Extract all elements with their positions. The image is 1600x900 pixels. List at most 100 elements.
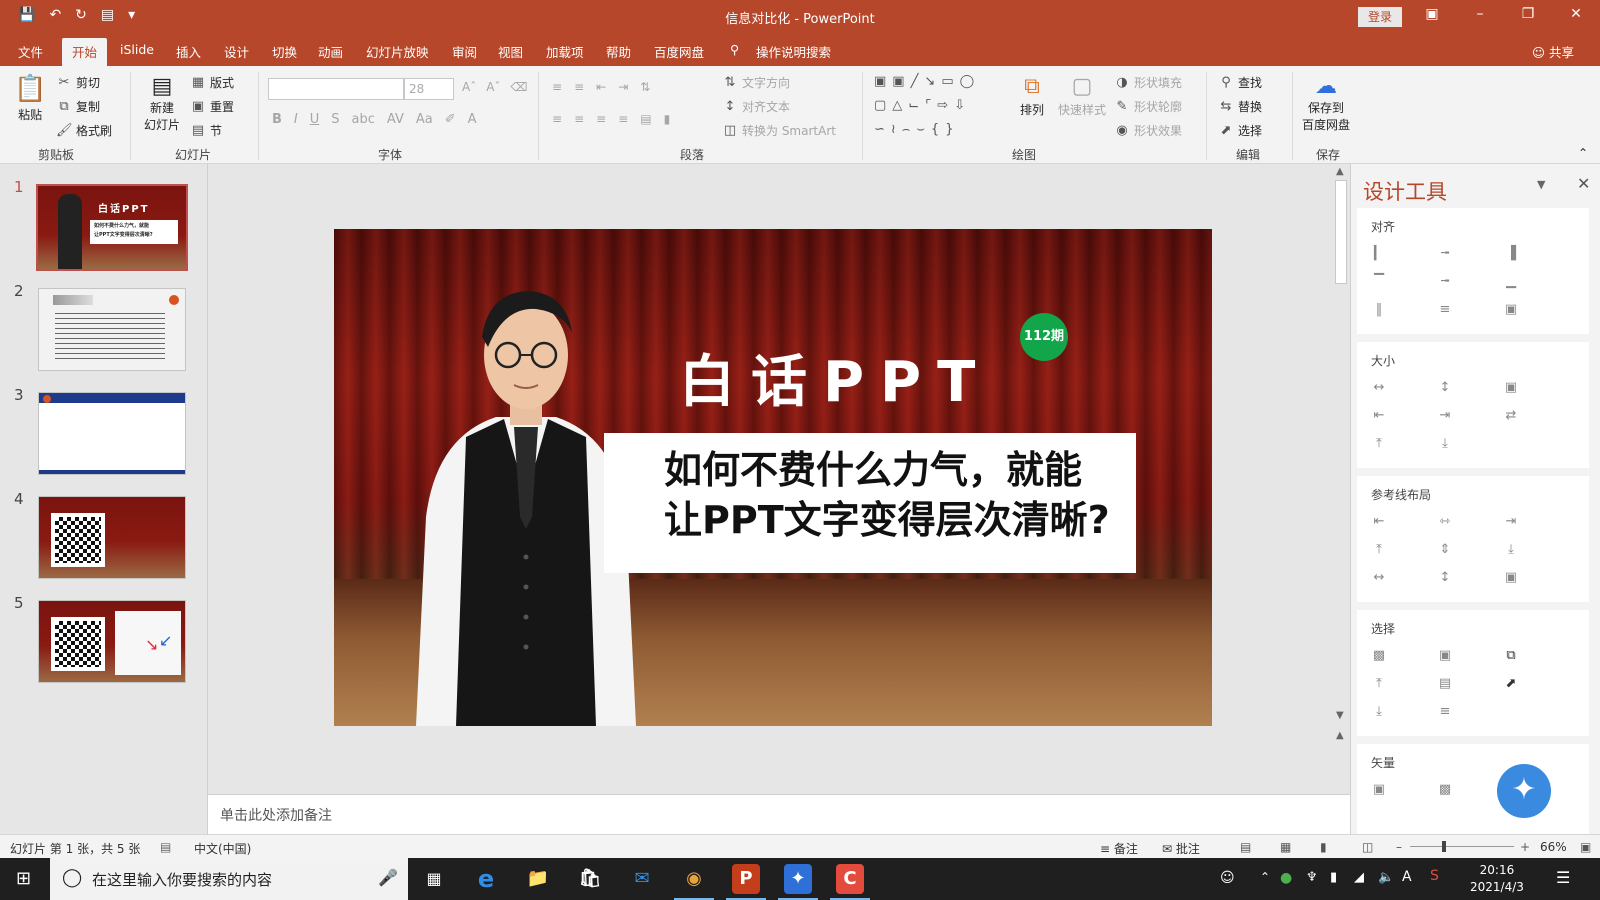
store-icon[interactable]: 🛍 [570, 864, 610, 894]
notes-toggle[interactable]: ≡ 备注 [1100, 840, 1138, 857]
fit-slide-icon[interactable]: ▣ [1580, 840, 1591, 854]
windows-start-icon[interactable]: ⊞ [16, 868, 31, 889]
align-right-icon[interactable]: ≡ [596, 112, 606, 126]
find-button[interactable]: ⚲ 查找 [1218, 74, 1262, 91]
reset-button[interactable]: ▣ 重置 [190, 98, 234, 115]
login-button[interactable]: 登录 [1358, 7, 1402, 27]
tab-file[interactable]: 文件 [18, 42, 43, 61]
subtitle-text[interactable]: 如何不费什么力气，就能 让PPT文字变得层次清晰? [664, 445, 1134, 545]
replace-button[interactable]: ⇆ 替换 [1218, 98, 1262, 115]
slide-thumbnail-3[interactable] [38, 392, 186, 475]
guide-fit-icon[interactable]: ▣ [1503, 570, 1519, 586]
restore-icon[interactable]: ❐ [1516, 6, 1540, 22]
zoom-slider-thumb[interactable] [1442, 841, 1446, 852]
align-center-h-icon[interactable]: ╼ [1437, 246, 1453, 262]
editor-scrollbar[interactable]: ▲ ▼ ▲ [1332, 164, 1350, 742]
change-case-icon[interactable]: Aa [416, 112, 433, 127]
align-left-icon[interactable]: ≡ [552, 112, 562, 126]
align-text-button[interactable]: ↕ 对齐文本 [722, 98, 790, 115]
ime-indicator[interactable]: A [1402, 869, 1412, 885]
bullets-icon[interactable]: ≡ [552, 80, 562, 94]
char-spacing-icon[interactable]: AV [387, 112, 404, 127]
assistant-bird-icon[interactable]: ✦ [1497, 764, 1551, 818]
guide-center-icon[interactable]: ⇿ [1437, 514, 1453, 530]
feishu-icon[interactable]: ✦ [784, 864, 812, 894]
save-baidu-button[interactable]: ☁ 保存到 百度网盘 [1302, 74, 1350, 133]
decrease-indent-icon[interactable]: ⇤ [596, 80, 606, 94]
chrome-icon[interactable]: ◉ [674, 864, 714, 894]
stretch-left-icon[interactable]: ⇤ [1371, 408, 1387, 424]
strikethrough-icon[interactable]: abc [352, 112, 375, 127]
people-icon[interactable]: ☺ [1220, 870, 1235, 886]
align-top-icon[interactable]: ▔ [1371, 274, 1387, 290]
mail-icon[interactable]: ✉ [622, 864, 662, 894]
select-button[interactable]: ⬈ 选择 [1218, 122, 1262, 139]
highlight-icon[interactable]: ✐ [445, 112, 456, 127]
stretch-bottom-icon[interactable]: ⤓ [1437, 436, 1453, 452]
combine-icon[interactable]: ▩ [1437, 782, 1453, 798]
select-pane-icon[interactable]: ⧉ [1503, 648, 1519, 664]
grow-font-icon[interactable]: Aˆ [462, 80, 476, 94]
new-slide-button[interactable]: ▤ 新建 幻灯片 [144, 74, 180, 133]
tab-islide[interactable]: iSlide [120, 42, 154, 57]
layout-button[interactable]: ▦ 版式 [190, 74, 234, 91]
zoom-in-icon[interactable]: + [1520, 840, 1530, 854]
zoom-level[interactable]: 66% [1540, 840, 1567, 854]
same-width-icon[interactable]: ↔ [1371, 380, 1387, 396]
guide-width-icon[interactable]: ↔ [1371, 570, 1387, 586]
stretch-right-icon[interactable]: ⇥ [1437, 408, 1453, 424]
font-color-icon[interactable]: A [468, 112, 477, 127]
copy-button[interactable]: ⧉ 复制 [56, 98, 100, 115]
zoom-out-icon[interactable]: – [1396, 840, 1402, 854]
bold-icon[interactable]: B [272, 112, 282, 127]
guide-top-icon[interactable]: ⤒ [1371, 542, 1387, 558]
swap-size-icon[interactable]: ⇄ [1503, 408, 1519, 424]
slide-sorter-icon[interactable]: ▦ [1280, 840, 1291, 854]
powerpoint-icon[interactable]: P [732, 864, 760, 894]
guide-bottom-icon[interactable]: ⤓ [1503, 542, 1519, 558]
numbering-icon[interactable]: ≡ [574, 80, 584, 94]
shapes-gallery-row2[interactable]: ▢ △ ⌙ ⌜ ⇨ ⇩ [874, 98, 965, 113]
system-clock[interactable]: 20:16 2021/4/3 [1470, 862, 1524, 896]
file-explorer-icon[interactable]: 📁 [518, 864, 558, 894]
capture-app-icon[interactable]: C [836, 864, 864, 894]
same-height-icon[interactable]: ↕ [1437, 380, 1453, 396]
format-painter-button[interactable]: 🖌 格式刷 [56, 122, 112, 139]
prev-slide-icon[interactable]: ▲ [1336, 730, 1344, 741]
language-indicator[interactable]: 中文(中国) [194, 840, 251, 857]
distribute-icon[interactable]: ▤ [640, 112, 651, 126]
share-button[interactable]: ☺ 共享 [1532, 42, 1574, 61]
edge-icon[interactable]: e [466, 864, 506, 894]
columns-icon[interactable]: ▮ [664, 112, 671, 126]
shadow-icon[interactable]: S [331, 112, 339, 127]
issue-badge[interactable]: 112期 [1020, 313, 1068, 361]
same-size-icon[interactable]: ▣ [1503, 380, 1519, 396]
font-size-field[interactable]: 28 [404, 78, 454, 100]
shape-effects-button[interactable]: ◉ 形状效果 [1114, 122, 1182, 139]
shape-outline-button[interactable]: ✎ 形状轮廓 [1114, 98, 1182, 115]
taskbar-search[interactable]: ◯ 在这里输入你要搜索的内容 🎤 [50, 858, 408, 900]
slide-title[interactable]: 白话PPT [679, 337, 991, 418]
quick-styles-button[interactable]: ▢ 快速样式 [1058, 74, 1106, 118]
stretch-top-icon[interactable]: ⤒ [1371, 436, 1387, 452]
tab-slideshow[interactable]: 幻灯片放映 [366, 42, 429, 61]
distribute-h-icon[interactable]: ‖ [1371, 302, 1387, 318]
scroll-thumb[interactable] [1335, 180, 1347, 284]
ribbon-display-icon[interactable]: ▣ [1420, 6, 1444, 22]
align-bottom-icon[interactable]: ▁ [1503, 274, 1519, 290]
tab-baidu[interactable]: 百度网盘 [654, 42, 704, 61]
tab-view[interactable]: 视图 [498, 42, 523, 61]
convert-smartart-button[interactable]: ◫ 转换为 SmartArt [722, 122, 836, 139]
align-page-icon[interactable]: ▣ [1503, 302, 1519, 318]
accessibility-icon[interactable]: ▤ [160, 840, 171, 854]
cut-button[interactable]: ✂ 剪切 [56, 74, 100, 91]
slide-thumbnail-4[interactable] [38, 496, 186, 579]
select-same-icon[interactable]: ▩ [1371, 648, 1387, 664]
close-pane-icon[interactable]: ✕ [1577, 174, 1590, 193]
normal-view-icon[interactable]: ▤ [1240, 840, 1251, 854]
slide-thumbnail-2[interactable] [38, 288, 186, 371]
section-button[interactable]: ▤ 节 [190, 122, 222, 139]
collapse-ribbon-icon[interactable]: ⌃ [1578, 146, 1588, 160]
close-icon[interactable]: ✕ [1564, 6, 1588, 22]
battery-icon[interactable]: ▮ [1330, 870, 1337, 885]
